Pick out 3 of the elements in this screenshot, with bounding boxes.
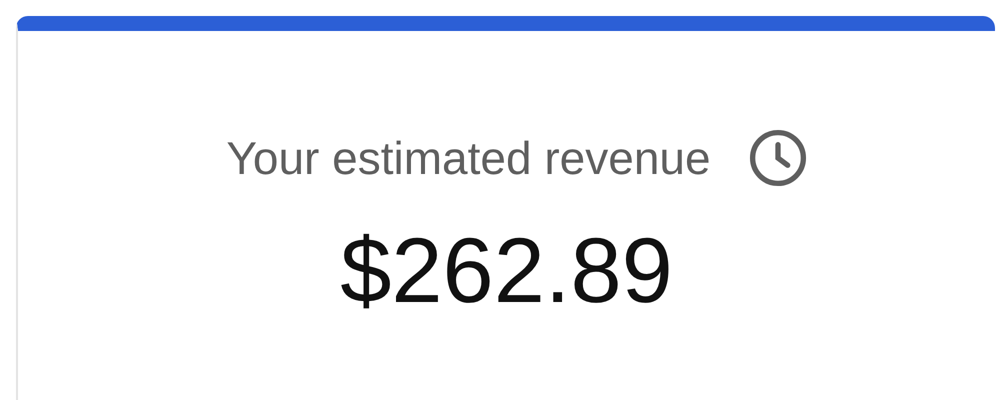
revenue-amount: $262.89 [340, 225, 673, 317]
card-title: Your estimated revenue [226, 135, 711, 181]
clock-icon [748, 129, 807, 187]
